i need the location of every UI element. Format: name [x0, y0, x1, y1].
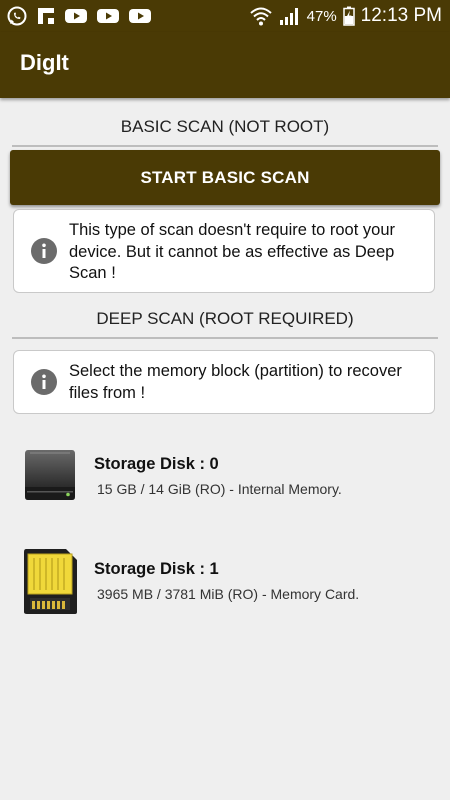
app-bar: DigIt	[0, 32, 450, 98]
storage-disk-0-item[interactable]: Storage Disk : 0 15 GB / 14 GiB (RO) - I…	[0, 435, 450, 515]
info-icon	[31, 238, 57, 269]
youtube-icon	[64, 7, 88, 25]
divider	[12, 145, 438, 147]
start-basic-scan-button[interactable]: START BASIC SCAN	[10, 150, 440, 205]
battery-percentage: 47%	[306, 7, 337, 25]
deep-scan-header: DEEP SCAN (ROOT REQUIRED)	[96, 309, 354, 328]
storage-disk-0-title: Storage Disk : 0	[94, 455, 219, 473]
sd-card-icon	[22, 546, 80, 621]
basic-scan-info-text: This type of scan doesn't require to roo…	[69, 221, 395, 282]
flipboard-icon	[36, 6, 56, 26]
info-icon	[31, 369, 57, 400]
youtube-icon	[128, 7, 152, 25]
notification-icons	[0, 5, 152, 27]
deep-scan-info-text: Select the memory block (partition) to r…	[69, 362, 402, 402]
storage-disk-1-title: Storage Disk : 1	[94, 560, 219, 578]
divider	[12, 337, 438, 339]
app-title: DigIt	[20, 50, 69, 75]
basic-scan-header: BASIC SCAN (NOT ROOT)	[120, 117, 330, 136]
hard-disk-icon	[22, 447, 78, 510]
system-icons: 47% 12:13 PM	[249, 5, 450, 27]
wifi-icon	[249, 5, 273, 27]
youtube-icon	[96, 7, 120, 25]
battery-icon	[342, 6, 355, 26]
basic-scan-info-card: This type of scan doesn't require to roo…	[13, 209, 435, 293]
whatsapp-icon	[6, 5, 28, 27]
deep-scan-info-card: Select the memory block (partition) to r…	[13, 350, 435, 414]
status-bar: 47% 12:13 PM	[0, 0, 450, 32]
signal-icon	[279, 6, 301, 26]
storage-disk-1-detail: 3965 MB / 3781 MiB (RO) - Memory Card.	[97, 586, 360, 602]
storage-disk-0-detail: 15 GB / 14 GiB (RO) - Internal Memory.	[97, 481, 342, 497]
clock: 12:13 PM	[360, 5, 442, 26]
storage-disk-1-item[interactable]: Storage Disk : 1 3965 MB / 3781 MiB (RO)…	[0, 540, 450, 620]
